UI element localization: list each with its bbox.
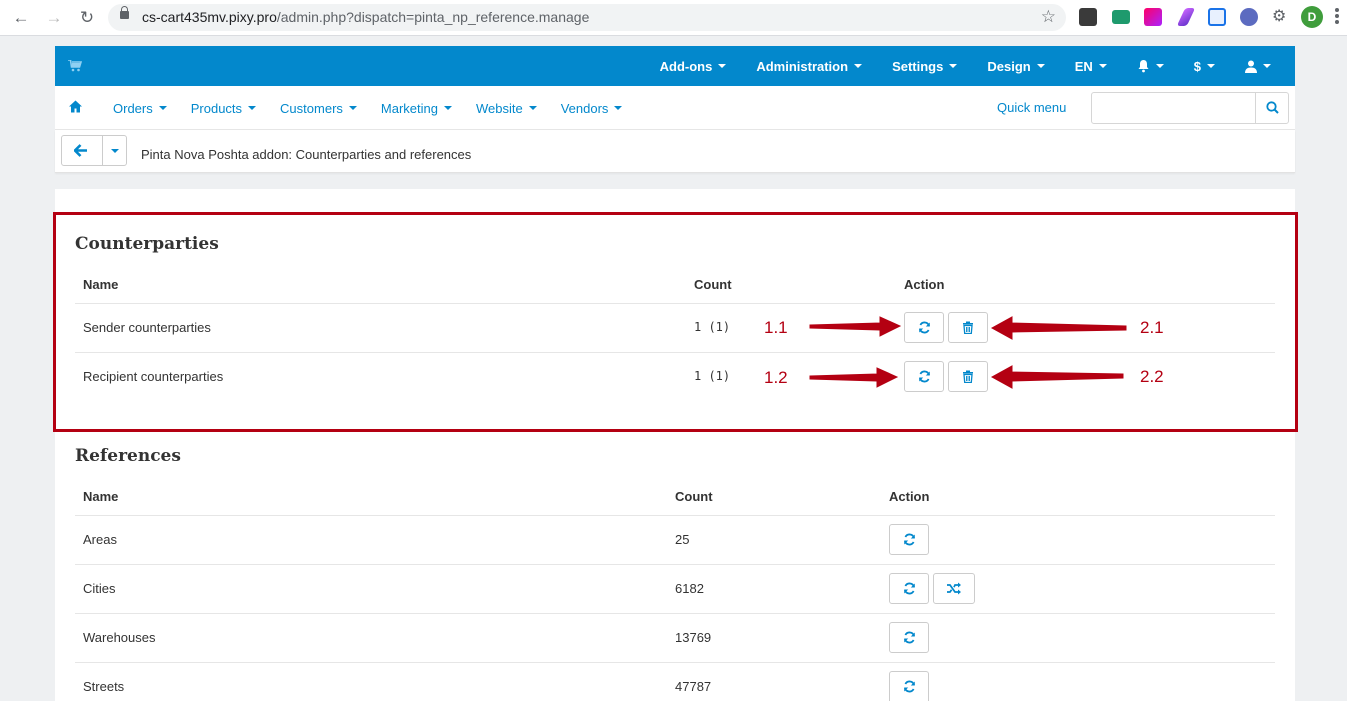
annotation-label-1-1: 1.1 — [764, 318, 788, 337]
annotation-label-2-1: 2.1 — [1140, 318, 1164, 337]
arrow-right-icon — [809, 367, 899, 388]
arrow-left-icon — [990, 316, 1127, 340]
annotation-arrows — [809, 316, 1127, 389]
annotation-label-1-2: 1.2 — [764, 368, 788, 387]
arrow-right-icon — [809, 316, 902, 337]
annotation-label-2-2: 2.2 — [1140, 367, 1164, 386]
arrow-left-icon — [990, 365, 1124, 389]
